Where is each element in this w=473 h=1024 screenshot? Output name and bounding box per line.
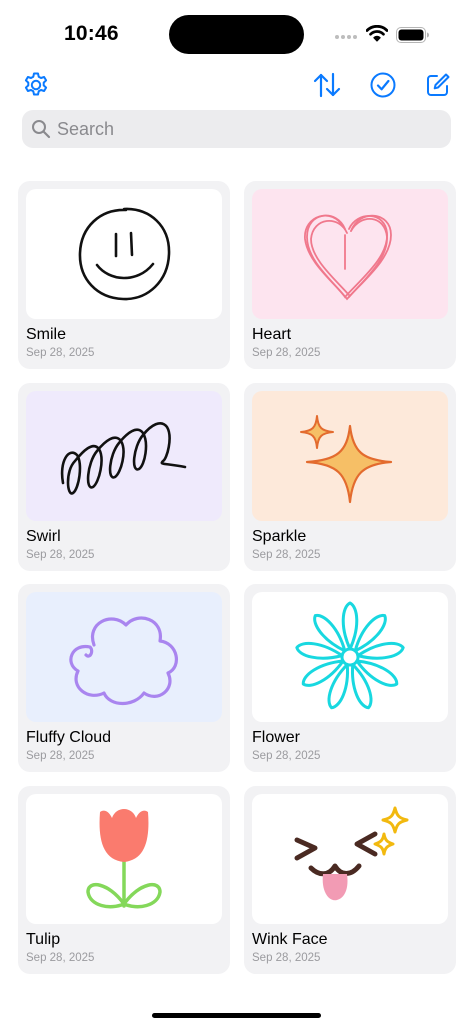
scribbled-heart-drawing <box>304 214 392 301</box>
search-bar[interactable] <box>22 110 451 148</box>
drawing-title: Swirl <box>26 528 61 545</box>
drawing-card-fluffy-cloud[interactable]: Fluffy Cloud Sep 28, 2025 <box>18 584 230 772</box>
drawing-title: Heart <box>252 326 292 343</box>
drawing-thumbnail <box>252 592 448 722</box>
drawing-title: Flower <box>252 729 301 746</box>
drawing-title: Sparkle <box>252 528 307 545</box>
wink-face-drawing <box>294 806 409 901</box>
daisy-flower-drawing <box>295 601 405 710</box>
sort-button[interactable] <box>312 70 342 100</box>
select-button[interactable] <box>368 70 398 100</box>
drawing-card-flower[interactable]: Flower Sep 28, 2025 <box>244 584 456 772</box>
drawing-date: Sep 28, 2025 <box>26 549 95 561</box>
sort-arrows-icon <box>313 72 341 98</box>
status-bar: 10:46 <box>0 0 473 62</box>
drawing-card-sparkle[interactable]: Sparkle Sep 28, 2025 <box>244 383 456 571</box>
drawing-card-smile[interactable]: Smile Sep 28, 2025 <box>18 181 230 369</box>
cloud-drawing <box>69 616 178 706</box>
drawing-title: Fluffy Cloud <box>26 729 112 746</box>
wifi-icon <box>366 25 388 42</box>
drawing-thumbnail <box>252 189 448 319</box>
drawing-date: Sep 28, 2025 <box>252 750 321 762</box>
drawing-date: Sep 28, 2025 <box>26 347 95 359</box>
drawing-card-heart[interactable]: Heart Sep 28, 2025 <box>244 181 456 369</box>
home-indicator <box>152 1013 321 1018</box>
drawing-title: Tulip <box>26 931 61 948</box>
smiley-face-drawing <box>78 207 171 301</box>
drawing-thumbnail <box>26 794 222 924</box>
drawing-thumbnail <box>26 391 222 521</box>
drawing-date: Sep 28, 2025 <box>26 952 95 964</box>
drawing-date: Sep 28, 2025 <box>252 347 321 359</box>
search-input[interactable] <box>57 118 437 140</box>
drawing-date: Sep 28, 2025 <box>252 549 321 561</box>
compose-button[interactable] <box>423 70 453 100</box>
signal-dots-icon <box>335 35 357 39</box>
drawing-card-tulip[interactable]: Tulip Sep 28, 2025 <box>18 786 230 974</box>
sparkle-stars-drawing <box>300 415 393 504</box>
drawing-title: Wink Face <box>252 931 328 948</box>
drawing-card-wink-face[interactable]: Wink Face Sep 28, 2025 <box>244 786 456 974</box>
drawing-thumbnail <box>26 189 222 319</box>
settings-button[interactable] <box>21 70 51 100</box>
tulip-drawing <box>86 809 162 909</box>
drawing-card-swirl[interactable]: Swirl Sep 28, 2025 <box>18 383 230 571</box>
drawing-thumbnail <box>252 794 448 924</box>
drawing-thumbnail <box>26 592 222 722</box>
search-icon <box>32 120 51 139</box>
drawing-thumbnail <box>252 391 448 521</box>
battery-icon <box>396 27 429 43</box>
drawing-date: Sep 28, 2025 <box>252 952 321 964</box>
dynamic-island <box>169 15 304 54</box>
swirl-loops-drawing <box>60 422 187 495</box>
checkmark-circle-icon <box>370 72 396 98</box>
drawing-date: Sep 28, 2025 <box>26 750 95 762</box>
drawing-title: Smile <box>26 326 67 343</box>
gear-icon <box>24 72 48 96</box>
compose-icon <box>427 73 450 96</box>
status-time: 10:46 <box>64 22 119 45</box>
